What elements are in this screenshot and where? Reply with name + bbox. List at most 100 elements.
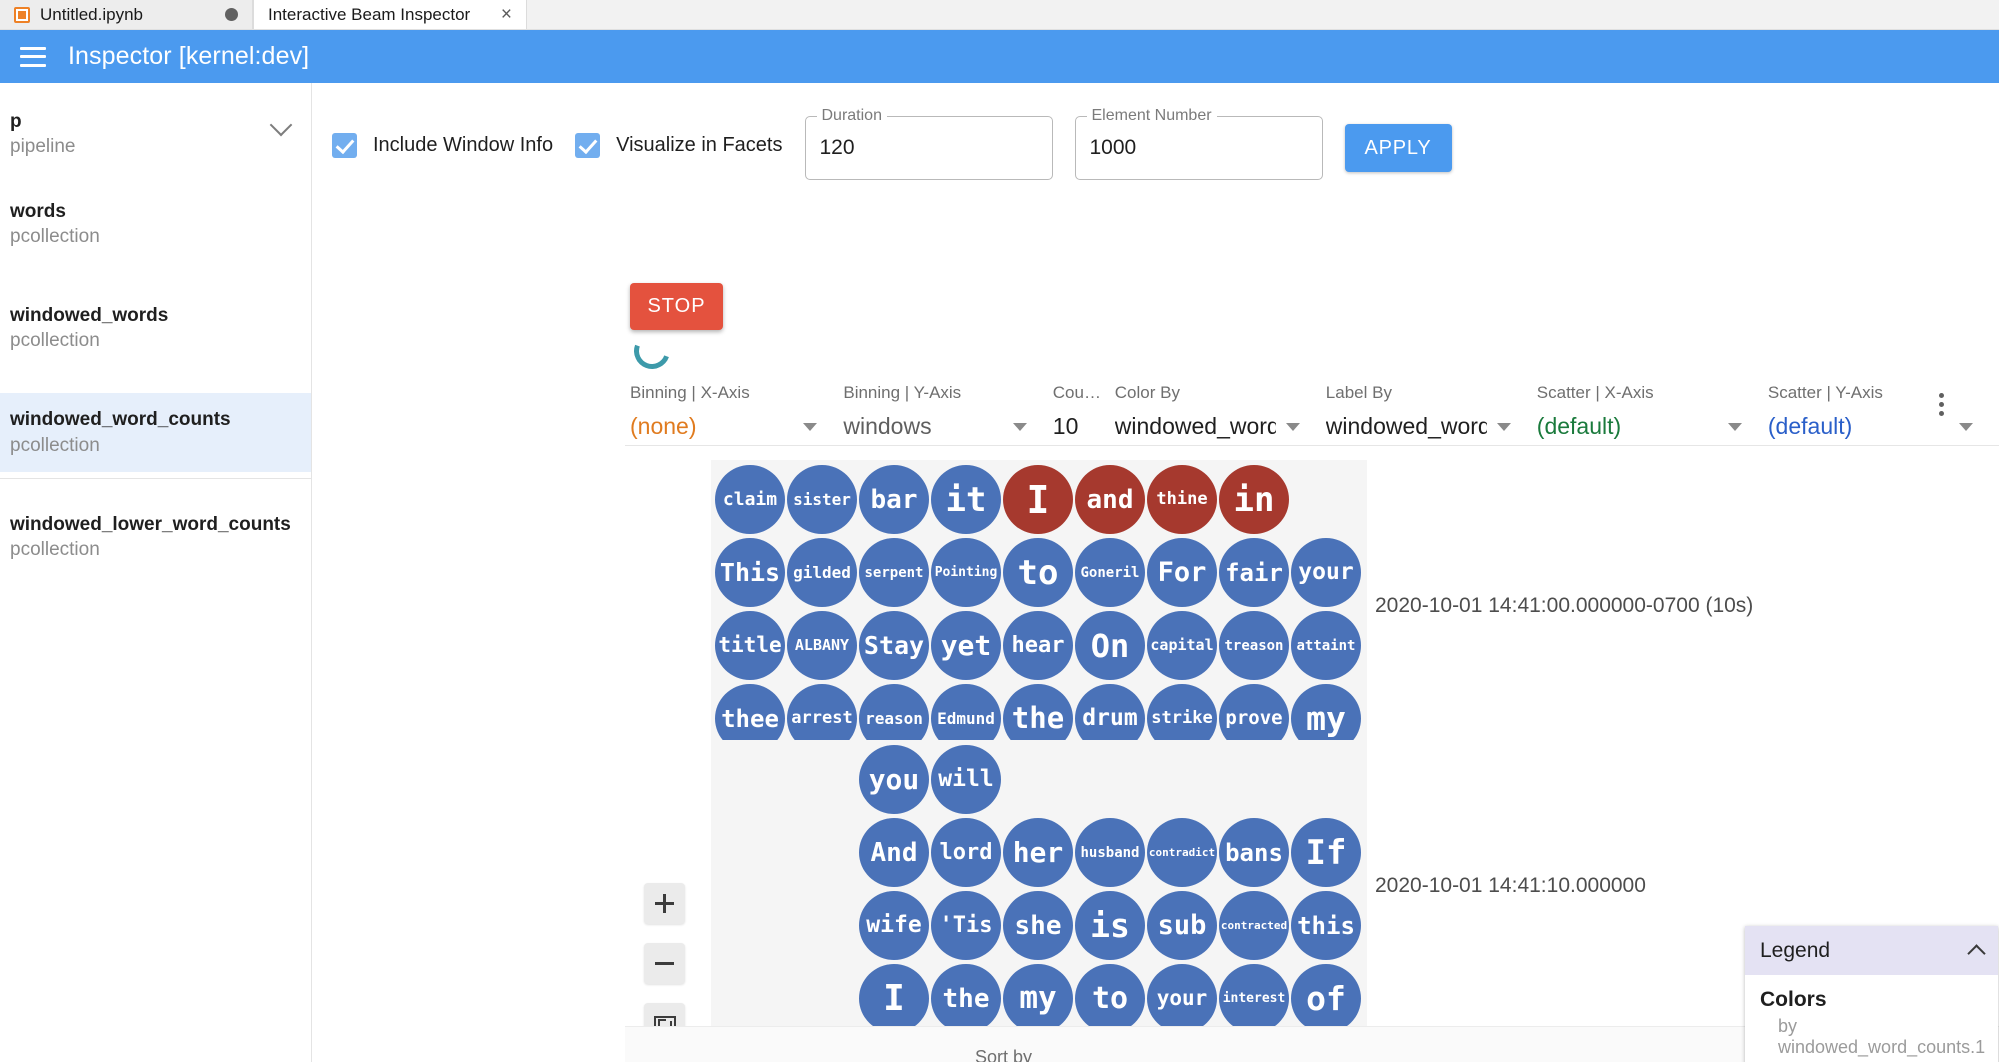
facet-bubble[interactable]: ALBANY	[787, 611, 857, 680]
zoom-in-button[interactable]	[644, 883, 685, 924]
facet-bubble[interactable]: in	[1219, 465, 1289, 534]
facet-bubble[interactable]: capital	[1147, 611, 1217, 680]
facet-bubble[interactable]: yet	[931, 611, 1001, 680]
select-value-row[interactable]: 10	[1053, 413, 1089, 448]
kebab-menu-icon[interactable]	[1939, 393, 1944, 416]
element-number-field[interactable]: Element Number	[1075, 116, 1323, 180]
facet-bubble[interactable]: your	[1291, 538, 1361, 607]
checkbox-checked-icon[interactable]	[332, 133, 357, 158]
facet-bubble[interactable]: attaint	[1291, 611, 1361, 680]
select-value-row[interactable]: (none)	[630, 413, 817, 448]
facet-bubble[interactable]: husband	[1075, 818, 1145, 887]
facet-bubble[interactable]: I	[1003, 465, 1073, 534]
facet-bubble[interactable]: This	[715, 538, 785, 607]
select-binning-y-axis[interactable]: Binning | Y-Axiswindows	[843, 383, 1026, 448]
chevron-down-icon[interactable]	[1013, 423, 1027, 431]
chevron-down-icon[interactable]	[1959, 423, 1973, 431]
chevron-down-icon[interactable]	[1286, 423, 1300, 431]
select-color-by[interactable]: Color Bywindowed_word_c	[1115, 383, 1300, 448]
facet-bubble[interactable]: fair	[1219, 538, 1289, 607]
close-icon[interactable]: ×	[501, 5, 512, 24]
zoom-out-button[interactable]	[644, 943, 685, 984]
hamburger-icon[interactable]	[20, 47, 46, 67]
chevron-up-icon[interactable]	[1967, 944, 1985, 962]
facet-bubble[interactable]: she	[1003, 891, 1073, 960]
duration-field[interactable]: Duration	[805, 116, 1053, 180]
facet-bubble[interactable]: If	[1291, 818, 1361, 887]
facet-bubble[interactable]: For	[1147, 538, 1217, 607]
pcollection-name: windowed_lower_word_counts	[10, 512, 301, 537]
chevron-down-icon[interactable]	[1728, 423, 1742, 431]
facet-bubble[interactable]: hear	[1003, 611, 1073, 680]
facet-bubble[interactable]: you	[859, 745, 929, 814]
facet-bubble[interactable]: I	[859, 964, 929, 1033]
facet-bubble[interactable]: lord	[931, 818, 1001, 887]
facet-bubble[interactable]: this	[1291, 891, 1361, 960]
facet-bubble[interactable]: to	[1003, 538, 1073, 607]
facet-bubble[interactable]: 'Tis	[931, 891, 1001, 960]
facet-bubble[interactable]: wife	[859, 891, 929, 960]
facet-bubble[interactable]: your	[1147, 964, 1217, 1033]
facet-bubble[interactable]: Stay	[859, 611, 929, 680]
select-value-row[interactable]: windowed_word_c	[1326, 413, 1511, 448]
select-binning-x-axis[interactable]: Binning | X-Axis(none)	[630, 383, 817, 448]
sidebar-item-windowed-lower-word-counts[interactable]: windowed_lower_word_counts pcollection	[0, 498, 311, 576]
checkbox-checked-icon[interactable]	[575, 133, 600, 158]
sidebar-item-words[interactable]: words pcollection	[0, 185, 311, 263]
select-cou[interactable]: Cou…10	[1053, 383, 1089, 448]
chevron-down-icon[interactable]	[270, 114, 293, 137]
facet-bubble[interactable]: treason	[1219, 611, 1289, 680]
facet-bubble[interactable]: my	[1003, 964, 1073, 1033]
select-value-row[interactable]: (default)	[1537, 413, 1742, 448]
select-value-row[interactable]: windows	[843, 413, 1026, 448]
facet-bubble[interactable]: to	[1075, 964, 1145, 1033]
facet-bubble[interactable]: will	[931, 745, 1001, 814]
facet-bubble[interactable]: sub	[1147, 891, 1217, 960]
facet-bubble[interactable]: her	[1003, 818, 1073, 887]
facet-bubble[interactable]: thine	[1147, 465, 1217, 534]
select-value-row[interactable]: windowed_word_c	[1115, 413, 1300, 448]
facet-bubble[interactable]: contradict	[1147, 818, 1217, 887]
facet-bubble[interactable]: On	[1075, 611, 1145, 680]
facet-bubble[interactable]: of	[1291, 964, 1361, 1033]
facet-bubble[interactable]: gilded	[787, 538, 857, 607]
facet-bubble[interactable]: title	[715, 611, 785, 680]
facet-bubble[interactable]: interest	[1219, 964, 1289, 1033]
apply-button[interactable]: APPLY	[1345, 124, 1452, 172]
select-label-by[interactable]: Label Bywindowed_word_c	[1326, 383, 1511, 448]
facet-bubble[interactable]: bar	[859, 465, 929, 534]
sidebar-item-windowed-words[interactable]: windowed_words pcollection	[0, 289, 311, 367]
facet-bubble[interactable]: contracted	[1219, 891, 1289, 960]
unsaved-changes-dot-icon[interactable]	[225, 8, 238, 21]
sort-by-label: Sort by	[975, 1047, 1032, 1062]
select-scatter-x-axis[interactable]: Scatter | X-Axis(default)	[1537, 383, 1742, 448]
sidebar-item-windowed-word-counts[interactable]: windowed_word_counts pcollection	[0, 393, 311, 471]
facet-bubble[interactable]: is	[1075, 891, 1145, 960]
select-value-row[interactable]: (default)	[1768, 413, 1973, 448]
facet-bubble[interactable]: claim	[715, 465, 785, 534]
chevron-down-icon[interactable]	[1497, 423, 1511, 431]
facet-bubble[interactable]: bans	[1219, 818, 1289, 887]
sidebar-item-pipeline-root[interactable]: p pipeline	[0, 99, 311, 159]
duration-input[interactable]	[820, 136, 1038, 160]
pipeline-type: pipeline	[10, 134, 76, 159]
select-value: windowed_word_c	[1326, 413, 1487, 440]
facet-bubble[interactable]: the	[931, 964, 1001, 1033]
duration-label: Duration	[817, 107, 887, 125]
include-window-info-checkbox[interactable]: Include Window Info	[332, 133, 553, 158]
chevron-down-icon[interactable]	[803, 423, 817, 431]
facet-bubble[interactable]: Pointing	[931, 538, 1001, 607]
facet-bubble[interactable]: serpent	[859, 538, 929, 607]
legend-header[interactable]: Legend	[1745, 926, 1998, 975]
element-number-input[interactable]	[1090, 136, 1308, 160]
checkbox-label: Visualize in Facets	[616, 134, 782, 157]
stop-button[interactable]: STOP	[630, 283, 723, 330]
tab-untitled-ipynb[interactable]: Untitled.ipynb	[0, 0, 253, 29]
facet-bubble[interactable]: And	[859, 818, 929, 887]
visualize-in-facets-checkbox[interactable]: Visualize in Facets	[575, 133, 782, 158]
facet-bubble[interactable]: Goneril	[1075, 538, 1145, 607]
facet-bubble[interactable]: sister	[787, 465, 857, 534]
facet-bubble[interactable]: and	[1075, 465, 1145, 534]
tab-interactive-beam-inspector[interactable]: Interactive Beam Inspector ×	[253, 0, 527, 29]
facet-bubble[interactable]: it	[931, 465, 1001, 534]
